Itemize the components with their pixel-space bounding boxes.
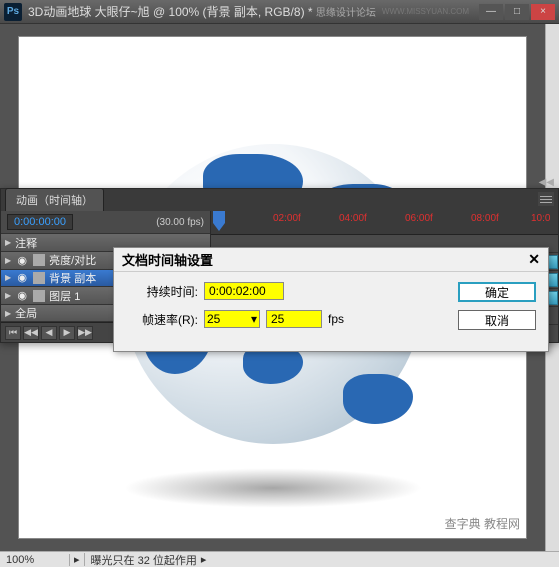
statusbar-menu-icon[interactable]: ▸ (197, 553, 211, 566)
document-title: 3D动画地球 大眼仔~旭 @ 100% (背景 副本, RGB/8) * (28, 3, 316, 20)
play-button[interactable]: ▶ (59, 326, 75, 340)
current-time-display[interactable]: 0:00:00:00 (7, 214, 73, 230)
fps-display: (30.00 fps) (156, 217, 204, 228)
layer-label: 背景 副本 (49, 270, 96, 286)
prev-frame-button[interactable]: ◀ (41, 326, 57, 340)
adjustment-icon (33, 254, 45, 266)
chevron-down-icon: ▾ (251, 312, 257, 326)
panel-menu-icon[interactable] (538, 192, 554, 206)
minimize-button[interactable]: — (479, 4, 503, 20)
rewind-button[interactable]: ⏮ (5, 326, 21, 340)
visibility-icon[interactable]: ◉ (15, 289, 29, 302)
status-text: 曝光只在 32 位起作用 (85, 552, 197, 568)
ruler-tick: 04:00f (339, 213, 367, 224)
site-watermark: 查字典 教程网 (445, 515, 520, 532)
ruler-tick: 02:00f (273, 213, 301, 224)
titlebar[interactable]: Ps 3D动画地球 大眼仔~旭 @ 100% (背景 副本, RGB/8) * … (0, 0, 559, 24)
app-icon: Ps (4, 3, 22, 21)
chevron-right-icon: ▶ (5, 256, 11, 265)
cancel-button[interactable]: 取消 (458, 310, 536, 330)
chevron-right-icon: ▶ (5, 273, 11, 282)
duration-input[interactable] (204, 282, 284, 300)
next-frame-button[interactable]: ▶▶ (77, 326, 93, 340)
framerate-label: 帧速率(R): (126, 311, 198, 328)
layer-label: 亮度/对比 (49, 252, 96, 268)
chevron-right-icon: ▶ (5, 238, 11, 247)
timeline-settings-dialog: 文档时间轴设置 ✕ 持续时间: 帧速率(R): 25 ▾ fps 确定 取消 (113, 247, 549, 352)
visibility-icon[interactable]: ◉ (15, 254, 29, 267)
step-back-button[interactable]: ◀◀ (23, 326, 39, 340)
maximize-button[interactable]: □ (505, 4, 529, 20)
layer-label: 全局 (15, 305, 37, 321)
panel-collapse-icon[interactable]: ◀◀ (539, 177, 554, 188)
duration-label: 持续时间: (126, 283, 198, 300)
framerate-input[interactable] (266, 310, 322, 328)
layer-thumb-icon (33, 272, 45, 284)
ruler-tick: 10:0 (531, 213, 550, 224)
statusbar-chevron-icon[interactable]: ▸ (70, 553, 85, 566)
ruler-tick: 06:00f (405, 213, 433, 224)
ok-button[interactable]: 确定 (458, 282, 536, 302)
framerate-preset-select[interactable]: 25 ▾ (204, 310, 260, 328)
layer-thumb-icon (33, 290, 45, 302)
visibility-icon[interactable]: ◉ (15, 271, 29, 284)
layer-label: 图层 1 (49, 288, 80, 304)
ruler-tick: 08:00f (471, 213, 499, 224)
layer-label: 注释 (15, 235, 37, 251)
globe-shadow (123, 468, 423, 508)
time-ruler[interactable]: 02:00f 04:00f 06:00f 08:00f 10:0 (211, 211, 558, 235)
chevron-right-icon: ▶ (5, 309, 11, 318)
chevron-right-icon: ▶ (5, 291, 11, 300)
brand-watermark: 思缘设计论坛 (316, 4, 376, 19)
statusbar: 100% ▸ 曝光只在 32 位起作用 ▸ (0, 551, 559, 567)
tab-timeline[interactable]: 动画（时间轴） (5, 188, 104, 211)
playhead[interactable] (213, 211, 225, 231)
fps-suffix: fps (328, 312, 344, 326)
zoom-level[interactable]: 100% (0, 554, 70, 566)
dialog-close-button[interactable]: ✕ (528, 251, 540, 268)
close-button[interactable]: × (531, 4, 555, 20)
brand-url: WWW.MISSYUAN.COM (382, 7, 469, 16)
dialog-title: 文档时间轴设置 (122, 250, 213, 269)
